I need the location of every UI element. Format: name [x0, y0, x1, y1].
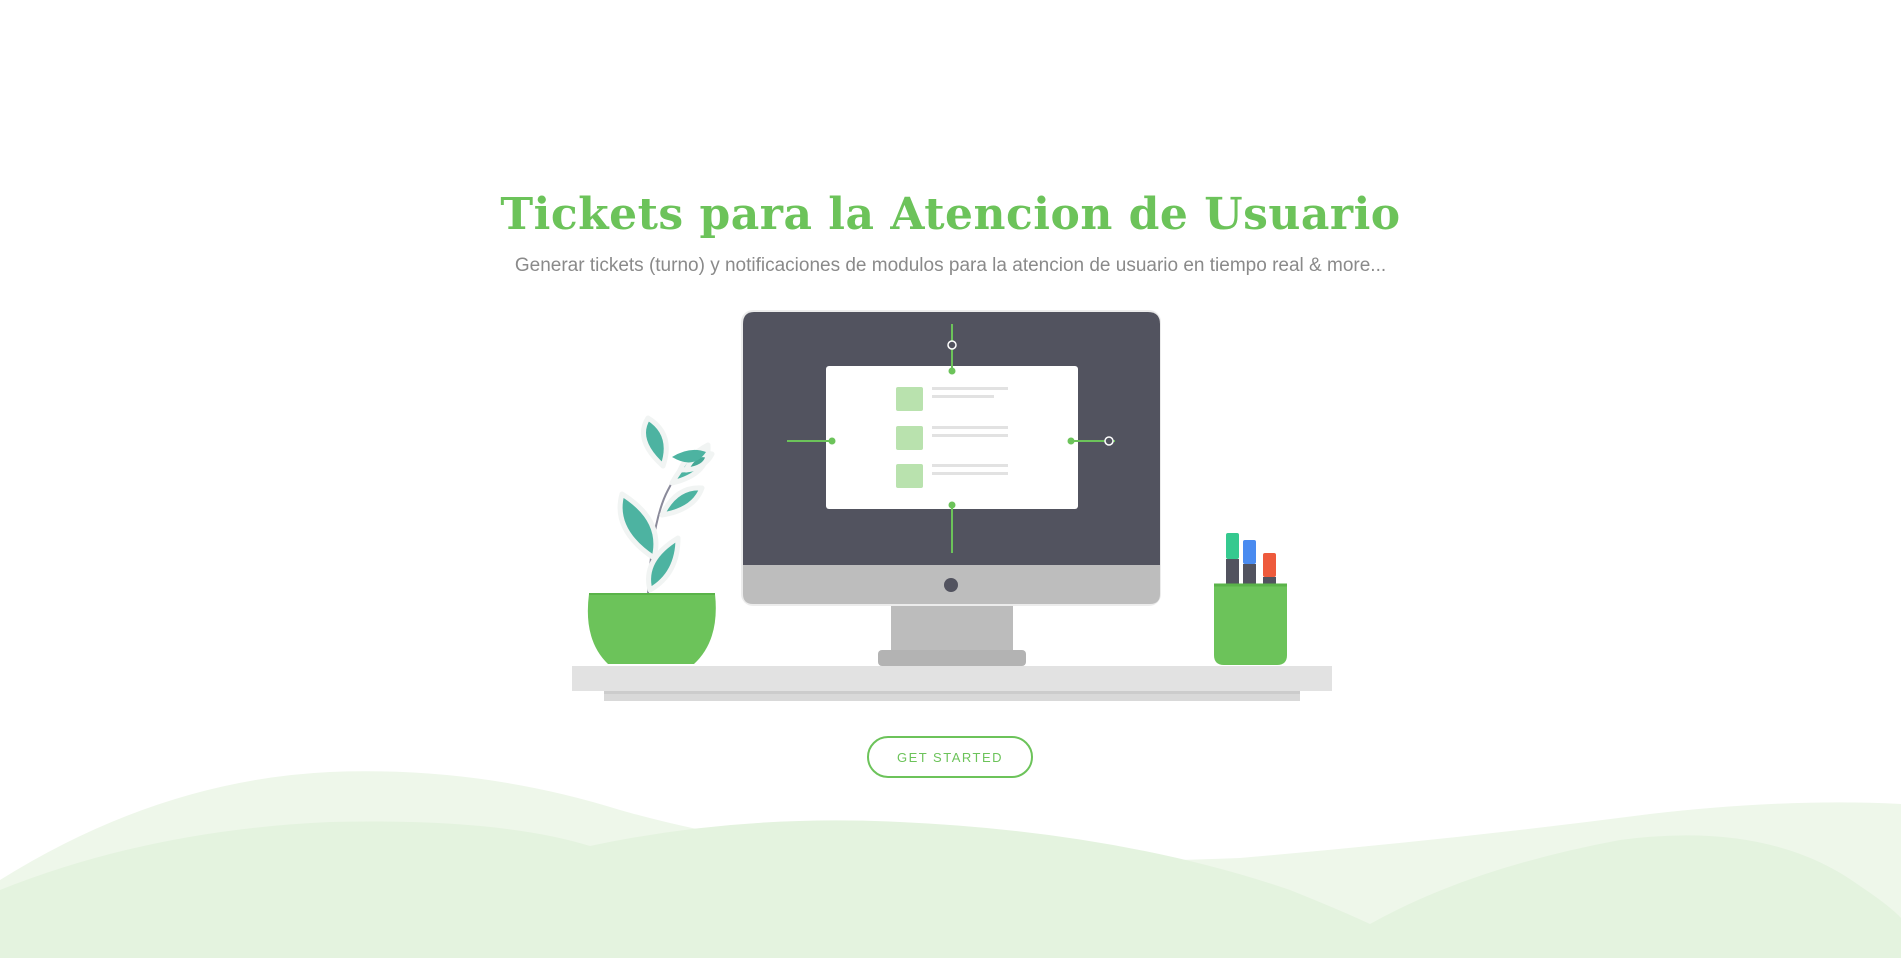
desktop-monitor-icon [741, 310, 1161, 666]
potted-plant-icon [587, 415, 716, 664]
desk [572, 666, 1332, 701]
landing-page: Tickets para la Atencion de Usuario Gene… [0, 0, 1901, 958]
pen-holder-icon [1214, 533, 1287, 665]
get-started-button[interactable]: GET STARTED [867, 736, 1033, 778]
